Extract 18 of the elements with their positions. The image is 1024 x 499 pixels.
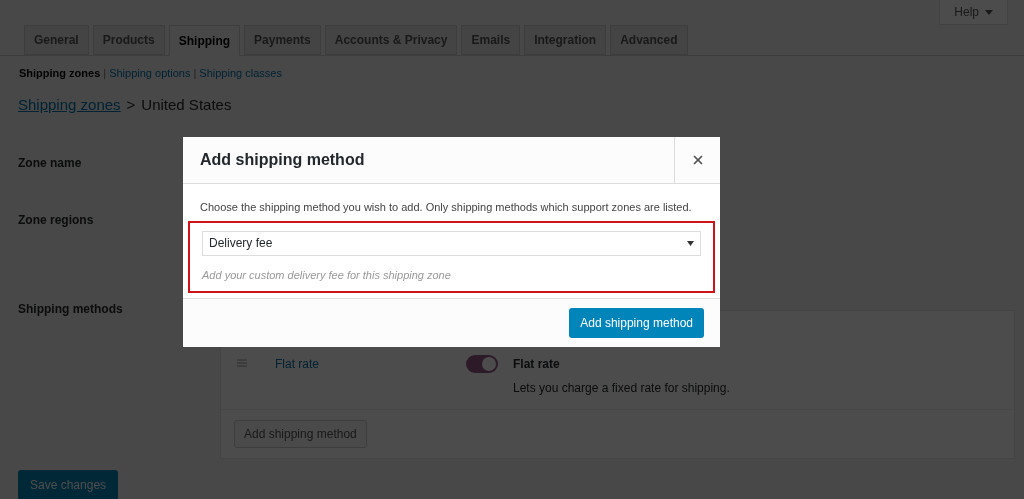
page-title: United States (141, 94, 232, 115)
select-hint: Add your custom delivery fee for this shipping zone (202, 267, 452, 283)
field-label: Zone name (18, 156, 82, 170)
method-description: Lets you charge a fixed rate for shipping. (513, 380, 730, 397)
field-label: Zone regions (18, 213, 94, 227)
separator: | (193, 66, 197, 81)
subnav-link[interactable]: Shipping classes (199, 65, 282, 82)
breadcrumb-separator: > (126, 94, 136, 115)
modal-description: Choose the shipping method you wish to add. Only shipping methods which support zones are listed. (199, 200, 693, 215)
method-select[interactable]: Delivery fee (202, 230, 701, 256)
separator: | (103, 66, 107, 81)
field-label: Shipping methods (18, 302, 123, 316)
add-method-submit-button[interactable]: Add shipping method (569, 308, 704, 338)
caret-icon (687, 240, 694, 246)
subnav-link[interactable]: Shipping zones (19, 65, 101, 82)
subnav-link[interactable]: Shipping options (109, 65, 191, 82)
modal-title: Add shipping method (199, 150, 366, 170)
method-name: Flat rate (513, 356, 561, 373)
